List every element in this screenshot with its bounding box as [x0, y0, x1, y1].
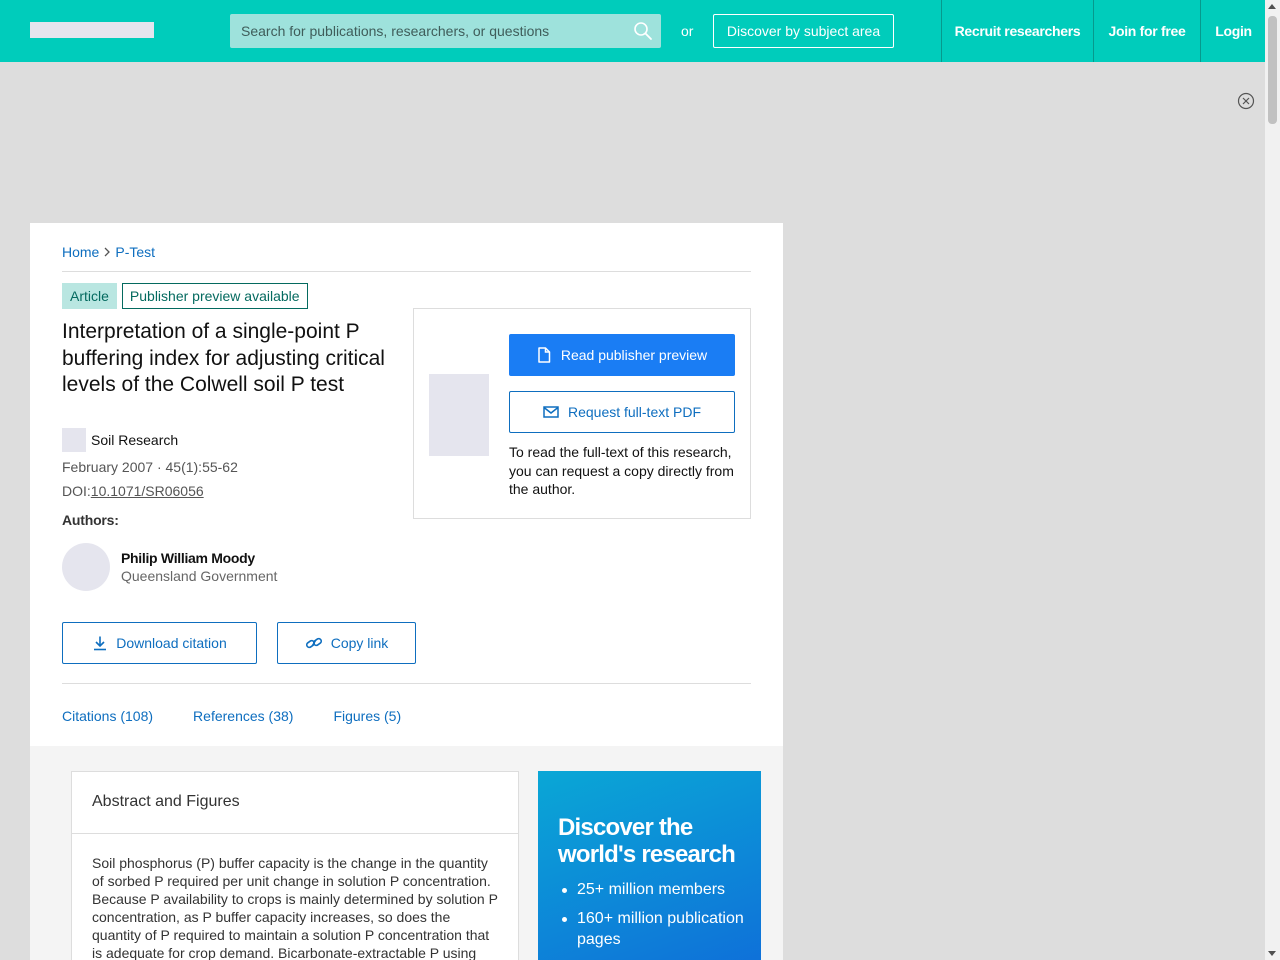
- author-institution[interactable]: Queensland Government: [121, 568, 277, 584]
- breadcrumb: Home P-Test: [62, 244, 155, 260]
- authors-label: Authors:: [62, 512, 119, 528]
- abstract-text: Soil phosphorus (P) buffer capacity is t…: [92, 855, 498, 960]
- close-ad-icon[interactable]: [1237, 92, 1255, 110]
- author-name[interactable]: Philip William Moody: [121, 550, 277, 566]
- tab-citations[interactable]: Citations (108): [62, 708, 153, 724]
- doi: DOI:10.1071/SR06056: [62, 483, 204, 499]
- promo-title: Discover the world's research: [558, 814, 736, 868]
- link-icon: [305, 637, 322, 649]
- download-citation-button[interactable]: Download citation: [62, 622, 257, 664]
- journal: Soil Research: [62, 428, 178, 452]
- search-input[interactable]: [230, 14, 620, 48]
- or-text: or: [681, 23, 694, 39]
- request-full-text-button[interactable]: Request full-text PDF: [509, 391, 735, 433]
- mail-icon: [543, 406, 559, 418]
- read-publisher-preview-button[interactable]: Read publisher preview: [509, 334, 735, 376]
- author-item[interactable]: Philip William Moody Queensland Governme…: [62, 543, 277, 591]
- abstract-title: Abstract and Figures: [92, 793, 240, 810]
- publication-date-volume: February 2007 · 45(1):55-62: [62, 459, 238, 475]
- discover-by-subject-button[interactable]: Discover by subject area: [713, 14, 894, 48]
- download-citation-label: Download citation: [116, 635, 227, 651]
- download-icon: [94, 636, 107, 651]
- abstract-card: Abstract and Figures Soil phosphorus (P)…: [71, 771, 519, 960]
- recruit-researchers-link[interactable]: Recruit researchers: [941, 0, 1093, 62]
- promo-item-members: 25+ million members: [558, 879, 748, 900]
- promo-list: 25+ million members 160+ million publica…: [558, 879, 748, 958]
- breadcrumb-home-link[interactable]: Home: [62, 244, 99, 260]
- header-nav: Recruit researchers Join for free Login: [941, 0, 1266, 62]
- article-type-badge: Article: [62, 283, 117, 309]
- divider: [62, 683, 751, 684]
- request-full-text-label: Request full-text PDF: [567, 404, 702, 420]
- scroll-up-arrow-icon[interactable]: [1268, 4, 1276, 9]
- copy-link-button[interactable]: Copy link: [277, 622, 416, 664]
- chevron-right-icon: [104, 247, 111, 257]
- full-text-preview-box: Read publisher preview Request full-text…: [413, 308, 751, 519]
- document-icon: [538, 347, 551, 363]
- avatar[interactable]: [62, 543, 110, 591]
- site-logo[interactable]: [30, 22, 154, 38]
- search-icon[interactable]: [633, 21, 653, 41]
- discover-research-promo[interactable]: Discover the world's research 25+ millio…: [538, 771, 761, 960]
- breadcrumb-current-link[interactable]: P-Test: [115, 244, 155, 260]
- publication-title: Interpretation of a single-point P buffe…: [62, 320, 385, 396]
- login-link[interactable]: Login: [1200, 0, 1266, 62]
- tab-figures[interactable]: Figures (5): [333, 708, 401, 724]
- promo-item-pages: 160+ million publication pages: [558, 908, 748, 950]
- divider: [62, 271, 751, 272]
- top-navigation-bar: or Discover by subject area Recruit rese…: [0, 0, 1265, 62]
- doi-label: DOI:: [62, 483, 91, 499]
- scroll-down-arrow-icon[interactable]: [1268, 951, 1276, 956]
- search-box: [230, 14, 661, 48]
- preview-thumbnail[interactable]: [429, 374, 489, 456]
- publication-badges: Article Publisher preview available: [62, 283, 308, 309]
- join-for-free-link[interactable]: Join for free: [1093, 0, 1200, 62]
- publication-header-card: Home P-Test Article Publisher preview av…: [30, 223, 783, 746]
- publication-tabs: Citations (108) References (38) Figures …: [62, 708, 401, 724]
- content-section: Abstract and Figures Soil phosphorus (P)…: [30, 746, 783, 960]
- request-note: To read the full-text of this research, …: [509, 444, 734, 497]
- read-publisher-preview-label: Read publisher preview: [560, 347, 708, 363]
- tab-references[interactable]: References (38): [193, 708, 293, 724]
- preview-available-badge: Publisher preview available: [121, 283, 308, 309]
- divider: [72, 833, 518, 834]
- page-scrollbar[interactable]: [1265, 0, 1280, 960]
- journal-name[interactable]: Soil Research: [91, 432, 178, 448]
- scroll-thumb[interactable]: [1268, 16, 1277, 124]
- doi-link[interactable]: 10.1071/SR06056: [91, 483, 204, 499]
- journal-logo: [62, 428, 86, 452]
- copy-link-label: Copy link: [330, 635, 389, 651]
